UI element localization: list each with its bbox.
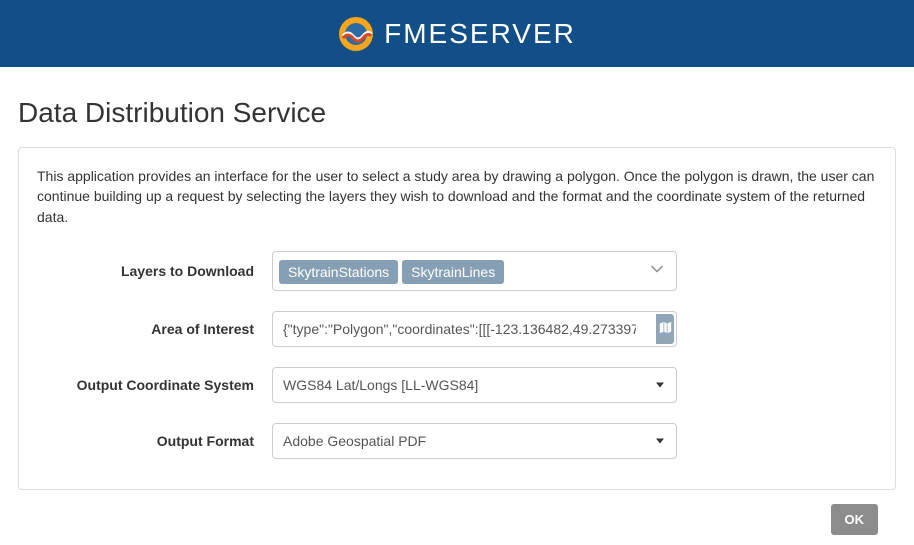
button-row: OK bbox=[18, 490, 896, 535]
aoi-input[interactable] bbox=[272, 311, 677, 347]
map-picker-button[interactable] bbox=[656, 314, 674, 344]
fme-logo-icon bbox=[338, 16, 374, 52]
caret-down-icon bbox=[656, 438, 664, 443]
crs-value: WGS84 Lat/Longs [LL-WGS84] bbox=[283, 377, 478, 393]
layer-chip[interactable]: SkytrainLines bbox=[402, 260, 504, 284]
logo-text-fme: FME bbox=[384, 18, 449, 49]
logo-text: FMESERVER bbox=[384, 18, 576, 50]
crs-select[interactable]: WGS84 Lat/Longs [LL-WGS84] bbox=[272, 367, 677, 403]
format-select[interactable]: Adobe Geospatial PDF bbox=[272, 423, 677, 459]
row-crs: Output Coordinate System WGS84 Lat/Longs… bbox=[37, 367, 877, 403]
caret-down-icon bbox=[656, 382, 664, 387]
label-aoi: Area of Interest bbox=[37, 321, 272, 337]
row-format: Output Format Adobe Geospatial PDF bbox=[37, 423, 877, 459]
app-header: FMESERVER bbox=[0, 0, 914, 67]
layers-multiselect[interactable]: SkytrainStations SkytrainLines bbox=[272, 251, 677, 291]
label-format: Output Format bbox=[37, 433, 272, 449]
intro-text: This application provides an interface f… bbox=[37, 166, 877, 227]
map-icon bbox=[659, 321, 672, 337]
form-panel: This application provides an interface f… bbox=[18, 147, 896, 490]
ok-button[interactable]: OK bbox=[831, 504, 879, 535]
row-layers: Layers to Download SkytrainStations Skyt… bbox=[37, 251, 877, 291]
page-body: Data Distribution Service This applicati… bbox=[0, 67, 914, 545]
page-title: Data Distribution Service bbox=[18, 97, 896, 129]
layer-chip[interactable]: SkytrainStations bbox=[279, 260, 398, 284]
label-crs: Output Coordinate System bbox=[37, 377, 272, 393]
logo: FMESERVER bbox=[338, 16, 576, 52]
format-value: Adobe Geospatial PDF bbox=[283, 433, 426, 449]
logo-text-server: SERVER bbox=[449, 18, 576, 49]
row-aoi: Area of Interest bbox=[37, 311, 877, 347]
label-layers: Layers to Download bbox=[37, 263, 272, 279]
